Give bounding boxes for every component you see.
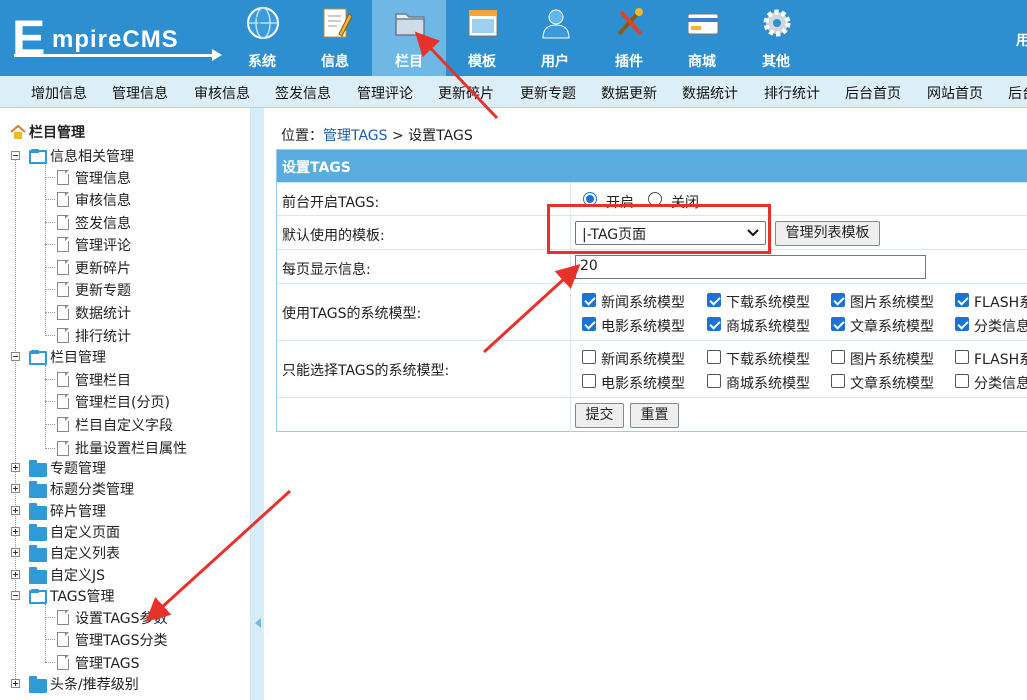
annotation-arrow <box>145 489 292 623</box>
annotation-arrow <box>482 263 581 354</box>
annotation-arrows <box>145 31 581 623</box>
annotation-arrow <box>414 31 499 120</box>
